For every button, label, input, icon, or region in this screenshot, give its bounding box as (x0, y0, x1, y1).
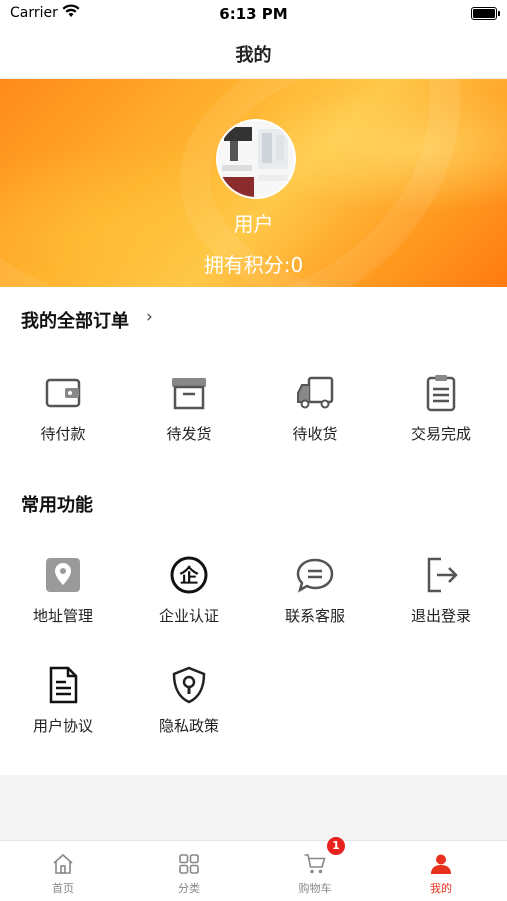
order-pending-shipment[interactable]: 待发货 (126, 373, 252, 444)
function-label: 地址管理 (32, 607, 93, 625)
username: 用户 (233, 212, 274, 236)
order-label: 待发货 (166, 425, 212, 443)
clipboard-icon (426, 375, 456, 412)
all-orders-link[interactable]: 我的全部订单 (21, 307, 129, 333)
points-balance: 拥有积分:0 (203, 253, 304, 277)
tab-label: 购物车 (298, 882, 332, 895)
function-label: 企业认证 (158, 607, 219, 625)
tab-label: 分类 (178, 882, 200, 895)
avatar[interactable] (216, 119, 296, 199)
location-pin-icon (46, 558, 80, 592)
function-label: 联系客服 (284, 607, 345, 625)
tab-label: 首页 (52, 882, 74, 895)
chat-bubble-icon (296, 558, 334, 593)
tab-category[interactable]: 分类 (126, 841, 252, 901)
orders-section: 我的全部订单 › 待付款 待发货 待收货 交易完成 (0, 287, 507, 459)
profile-header: 用户 拥有积分:0 (0, 79, 507, 287)
home-icon (53, 853, 73, 874)
cart-icon (304, 854, 326, 874)
cart-badge: 1 (327, 837, 345, 855)
order-pending-receipt[interactable]: 待收货 (252, 373, 378, 444)
shield-lock-icon (172, 666, 206, 704)
enterprise-badge-icon: 企 (170, 556, 208, 594)
contact-service-button[interactable]: 联系客服 (252, 555, 378, 626)
avatar-image (218, 121, 294, 197)
chevron-right-icon[interactable]: › (146, 307, 153, 327)
privacy-policy-button[interactable]: 隐私政策 (126, 665, 252, 736)
battery-icon (471, 7, 500, 20)
box-icon (172, 378, 206, 410)
function-label: 用户协议 (32, 717, 93, 735)
order-label: 待付款 (40, 425, 86, 443)
page-title: 我的 (235, 45, 272, 66)
logout-icon (427, 557, 458, 593)
order-label: 交易完成 (410, 425, 471, 443)
document-icon (49, 666, 78, 704)
common-functions-section: 常用功能 地址管理 企 企业认证 联系客服 退出登录 用户协议 隐私政策 (0, 459, 507, 775)
address-management-button[interactable]: 地址管理 (0, 555, 126, 626)
wallet-icon (45, 378, 81, 408)
tab-bar: 首页 分类 1 购物车 我的 (0, 837, 507, 901)
tab-cart[interactable]: 1 购物车 (252, 837, 378, 901)
user-agreement-button[interactable]: 用户协议 (0, 665, 126, 736)
status-time: 6:13 PM (219, 5, 288, 23)
person-icon (431, 854, 451, 874)
category-grid-icon (179, 854, 199, 874)
logout-button[interactable]: 退出登录 (378, 555, 504, 626)
enterprise-verification-button[interactable]: 企 企业认证 (126, 555, 252, 626)
function-label: 退出登录 (410, 607, 471, 625)
nav-bar: 我的 (0, 28, 507, 79)
tab-label: 我的 (430, 882, 452, 895)
tab-home[interactable]: 首页 (0, 841, 126, 901)
order-pending-payment[interactable]: 待付款 (0, 373, 126, 444)
svg-text:企: 企 (178, 564, 199, 587)
section-title: 常用功能 (21, 495, 93, 516)
order-completed[interactable]: 交易完成 (378, 373, 504, 444)
status-bar: Carrier 6:13 PM (0, 0, 507, 28)
truck-icon (297, 376, 334, 409)
order-label: 待收货 (292, 425, 338, 443)
tab-mine[interactable]: 我的 (378, 841, 504, 901)
function-label: 隐私政策 (158, 717, 219, 735)
